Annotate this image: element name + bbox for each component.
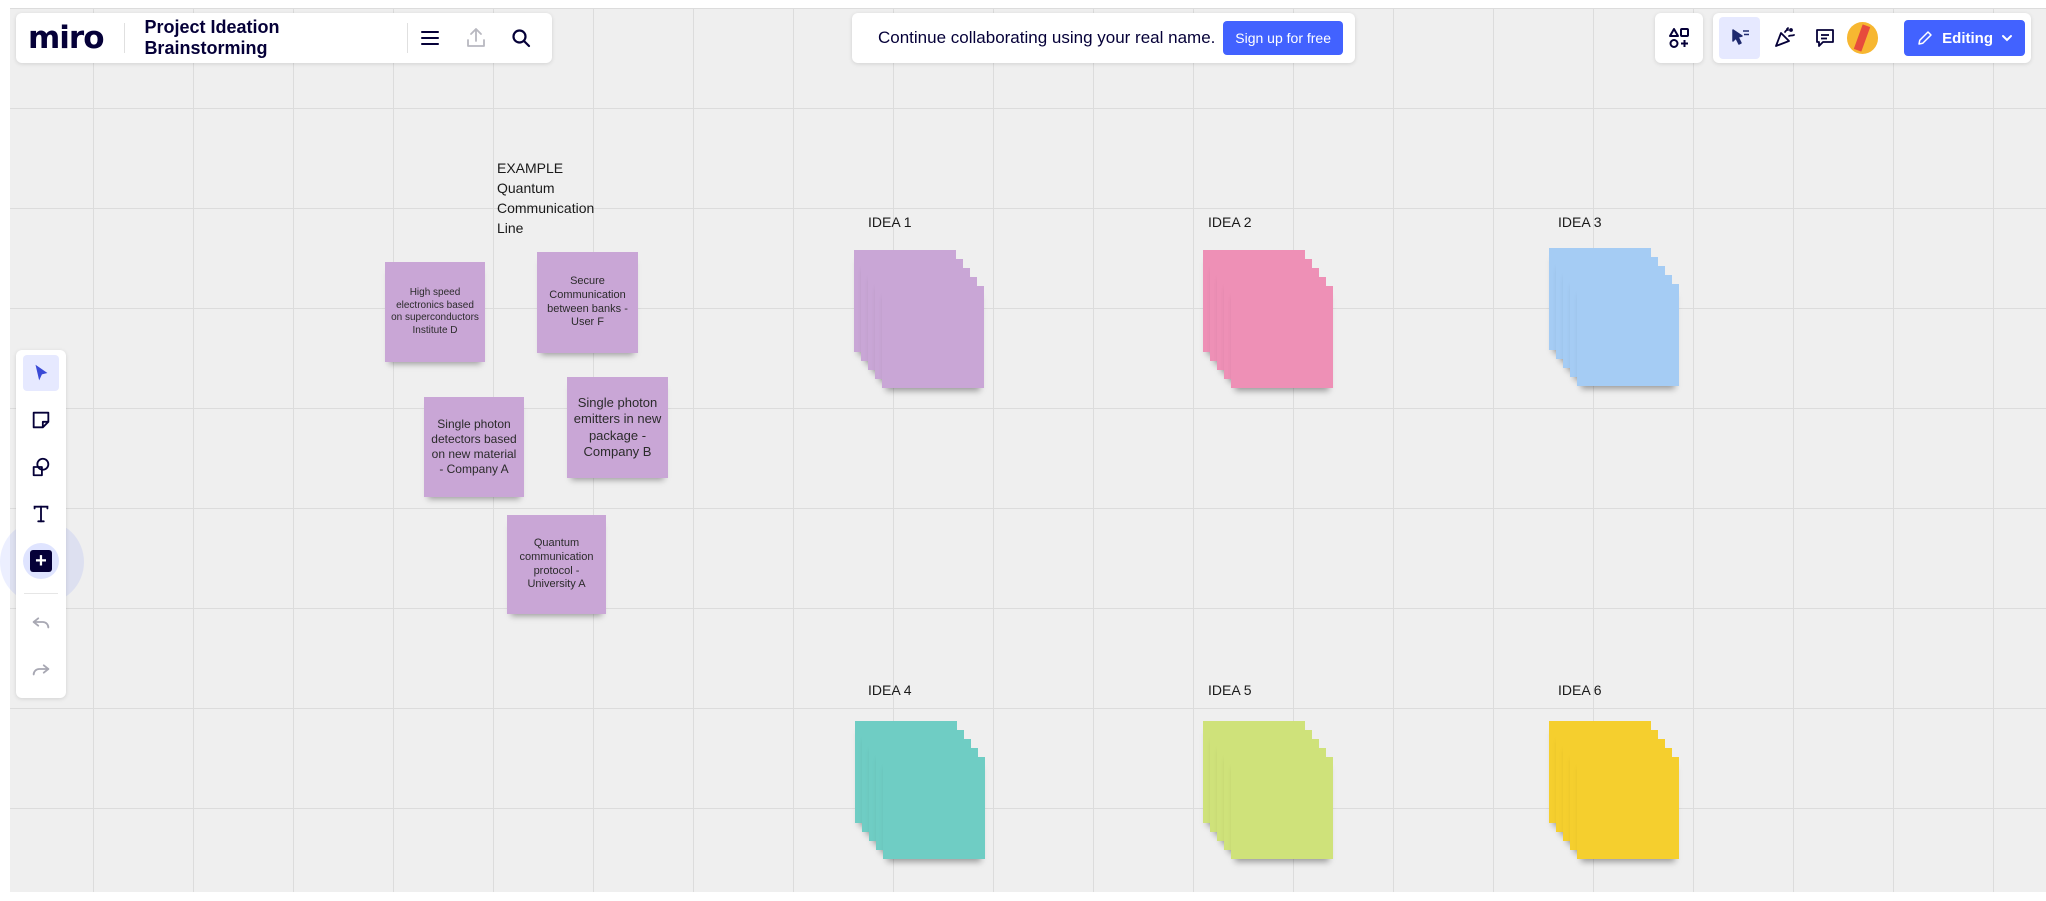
redo-icon bbox=[32, 664, 50, 676]
example-label[interactable]: EXAMPLE Quantum Communication Line bbox=[497, 158, 637, 238]
sticky-note-layer bbox=[883, 757, 985, 859]
shapes-tool[interactable] bbox=[23, 449, 59, 485]
user-avatar[interactable] bbox=[1846, 22, 1879, 54]
confetti-icon bbox=[1774, 27, 1795, 47]
sticky-note[interactable]: Single photon detectors based on new mat… bbox=[424, 397, 524, 497]
collaboration-message: Continue collaborating using your real n… bbox=[878, 28, 1216, 47]
example-label-line: Communication bbox=[497, 200, 595, 216]
idea-sticky-stack[interactable] bbox=[1549, 721, 1685, 865]
shapes-icon bbox=[32, 457, 50, 477]
header-divider bbox=[123, 23, 125, 53]
sticky-note-layer bbox=[1231, 757, 1333, 859]
sign-up-button[interactable]: Sign up for free bbox=[1223, 21, 1343, 55]
idea-label[interactable]: IDEA 6 bbox=[1558, 680, 1602, 700]
cursor-icon bbox=[35, 364, 48, 381]
board-title[interactable]: Project Ideation Brainstorming bbox=[144, 17, 388, 59]
menu-button[interactable] bbox=[414, 20, 447, 56]
reactions-icon bbox=[1731, 29, 1749, 45]
sticky-note-layer bbox=[1231, 286, 1333, 388]
collaboration-banner: Continue collaborating using your real n… bbox=[852, 13, 1355, 63]
board-canvas[interactable] bbox=[10, 8, 2046, 901]
apps-panel bbox=[1655, 13, 1703, 63]
board-header-panel: miro Project Ideation Brainstorming bbox=[16, 13, 552, 63]
hamburger-icon bbox=[421, 31, 440, 45]
sticky-note-layer bbox=[1577, 284, 1679, 386]
sticky-note-layer bbox=[882, 286, 984, 388]
canvas-bottom-edge bbox=[0, 892, 2046, 901]
idea-label[interactable]: IDEA 5 bbox=[1208, 680, 1252, 700]
editing-mode-button[interactable]: Editing bbox=[1904, 20, 2025, 56]
text-tool[interactable] bbox=[23, 496, 59, 532]
text-icon bbox=[33, 505, 49, 523]
upload-icon bbox=[466, 28, 485, 47]
sticky-note[interactable]: Single photon emitters in new package - … bbox=[567, 377, 668, 478]
export-button[interactable] bbox=[459, 20, 492, 56]
redo-button[interactable] bbox=[23, 651, 59, 687]
idea-label[interactable]: IDEA 3 bbox=[1558, 212, 1602, 232]
idea-sticky-stack[interactable] bbox=[1549, 248, 1685, 392]
search-icon bbox=[512, 29, 531, 48]
example-label-line: Line bbox=[497, 220, 524, 236]
idea-sticky-stack[interactable] bbox=[1203, 250, 1339, 394]
reactions-button[interactable] bbox=[1719, 17, 1761, 59]
sticky-note[interactable]: High speed electronics based on supercon… bbox=[385, 262, 485, 362]
left-toolbar: + bbox=[16, 350, 66, 698]
idea-label[interactable]: IDEA 2 bbox=[1208, 212, 1252, 232]
apps-icon bbox=[1669, 28, 1689, 48]
pencil-icon bbox=[1918, 31, 1932, 45]
undo-icon bbox=[32, 617, 50, 629]
comment-icon bbox=[1816, 29, 1835, 47]
search-button[interactable] bbox=[505, 20, 538, 56]
example-label-line: EXAMPLE bbox=[497, 160, 564, 176]
collaboration-tools-panel: Editing bbox=[1713, 13, 2031, 63]
toolbar-separator bbox=[24, 593, 58, 594]
idea-sticky-stack[interactable] bbox=[854, 250, 990, 394]
comments-button[interactable] bbox=[1807, 20, 1842, 56]
idea-sticky-stack[interactable] bbox=[855, 721, 991, 865]
editing-label: Editing bbox=[1942, 29, 1993, 47]
sticky-note-tool[interactable] bbox=[23, 402, 59, 438]
sticky-note-icon bbox=[32, 411, 50, 429]
example-label-line: Quantum bbox=[497, 180, 555, 196]
idea-label[interactable]: IDEA 1 bbox=[868, 212, 912, 232]
header-divider-2 bbox=[406, 23, 408, 53]
chevron-down-icon bbox=[2001, 35, 2012, 42]
sticky-note[interactable]: Secure Communication between banks - Use… bbox=[537, 252, 638, 353]
sticky-note-layer bbox=[1577, 757, 1679, 859]
idea-sticky-stack[interactable] bbox=[1203, 721, 1339, 865]
undo-button[interactable] bbox=[23, 604, 59, 640]
celebrate-button[interactable] bbox=[1766, 20, 1801, 56]
miro-logo[interactable]: miro bbox=[28, 20, 105, 56]
apps-button[interactable] bbox=[1661, 20, 1697, 56]
sticky-note[interactable]: Quantum communication protocol - Univers… bbox=[507, 515, 606, 614]
idea-label[interactable]: IDEA 4 bbox=[868, 680, 912, 700]
select-tool[interactable] bbox=[23, 355, 59, 391]
plus-icon: + bbox=[30, 550, 52, 572]
add-more-tools-button[interactable]: + bbox=[23, 543, 59, 579]
